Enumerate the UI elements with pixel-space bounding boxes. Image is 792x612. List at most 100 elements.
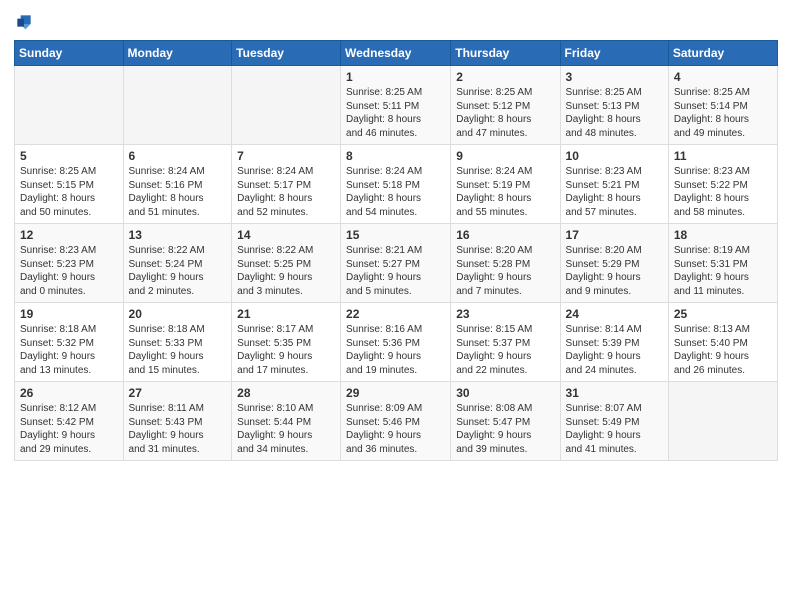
day-number: 29: [346, 386, 445, 400]
calendar-table: SundayMondayTuesdayWednesdayThursdayFrid…: [14, 40, 778, 461]
day-number: 28: [237, 386, 335, 400]
weekday-header-thursday: Thursday: [451, 41, 560, 66]
day-number: 13: [129, 228, 227, 242]
cell-content: Sunrise: 8:21 AM Sunset: 5:27 PM Dayligh…: [346, 244, 445, 298]
calendar-cell: 25 Sunrise: 8:13 AM Sunset: 5:40 PM Dayli…: [668, 303, 777, 382]
cell-content: Sunrise: 8:24 AM Sunset: 5:19 PM Dayligh…: [456, 165, 554, 219]
day-number: 26: [20, 386, 118, 400]
calendar-cell: 23 Sunrise: 8:15 AM Sunset: 5:37 PM Dayli…: [451, 303, 560, 382]
calendar-cell: 31 Sunrise: 8:07 AM Sunset: 5:49 PM Dayli…: [560, 382, 668, 461]
calendar-cell: 8Sunrise: 8:24 AM Sunset: 5:18 PM Daylig…: [341, 145, 451, 224]
cell-content: Sunrise: 8:23 AM Sunset: 5:21 PM Dayligh…: [566, 165, 663, 219]
cell-content: Sunrise: 8:18 AM Sunset: 5:32 PM Dayligh…: [20, 323, 118, 377]
day-number: 10: [566, 149, 663, 163]
calendar-cell: 22 Sunrise: 8:16 AM Sunset: 5:36 PM Dayli…: [341, 303, 451, 382]
calendar-cell: 3 Sunrise: 8:25 AM Sunset: 5:13 PM Daylig…: [560, 66, 668, 145]
day-number: 12: [20, 228, 118, 242]
calendar-cell: 15 Sunrise: 8:21 AM Sunset: 5:27 PM Dayli…: [341, 224, 451, 303]
calendar-cell: 4Sunrise: 8:25 AM Sunset: 5:14 PM Daylig…: [668, 66, 777, 145]
day-number: 11: [674, 149, 772, 163]
day-number: 1: [346, 70, 445, 84]
cell-content: Sunrise: 8:18 AM Sunset: 5:33 PM Dayligh…: [129, 323, 227, 377]
calendar-cell: [123, 66, 232, 145]
logo: [14, 12, 38, 32]
cell-content: Sunrise: 8:09 AM Sunset: 5:46 PM Dayligh…: [346, 402, 445, 456]
weekday-header-tuesday: Tuesday: [232, 41, 341, 66]
calendar-cell: [668, 382, 777, 461]
calendar-cell: 29 Sunrise: 8:09 AM Sunset: 5:46 PM Dayli…: [341, 382, 451, 461]
day-number: 3: [566, 70, 663, 84]
weekday-header-friday: Friday: [560, 41, 668, 66]
cell-content: Sunrise: 8:25 AM Sunset: 5:11 PM Dayligh…: [346, 86, 445, 140]
weekday-header-row: SundayMondayTuesdayWednesdayThursdayFrid…: [15, 41, 778, 66]
calendar-week-2: 5Sunrise: 8:25 AM Sunset: 5:15 PM Daylig…: [15, 145, 778, 224]
weekday-header-saturday: Saturday: [668, 41, 777, 66]
weekday-header-sunday: Sunday: [15, 41, 124, 66]
cell-content: Sunrise: 8:22 AM Sunset: 5:24 PM Dayligh…: [129, 244, 227, 298]
day-number: 7: [237, 149, 335, 163]
cell-content: Sunrise: 8:07 AM Sunset: 5:49 PM Dayligh…: [566, 402, 663, 456]
cell-content: Sunrise: 8:24 AM Sunset: 5:17 PM Dayligh…: [237, 165, 335, 219]
day-number: 31: [566, 386, 663, 400]
cell-content: Sunrise: 8:13 AM Sunset: 5:40 PM Dayligh…: [674, 323, 772, 377]
day-number: 14: [237, 228, 335, 242]
calendar-cell: 14 Sunrise: 8:22 AM Sunset: 5:25 PM Dayli…: [232, 224, 341, 303]
cell-content: Sunrise: 8:11 AM Sunset: 5:43 PM Dayligh…: [129, 402, 227, 456]
day-number: 4: [674, 70, 772, 84]
day-number: 6: [129, 149, 227, 163]
day-number: 16: [456, 228, 554, 242]
cell-content: Sunrise: 8:16 AM Sunset: 5:36 PM Dayligh…: [346, 323, 445, 377]
cell-content: Sunrise: 8:25 AM Sunset: 5:15 PM Dayligh…: [20, 165, 118, 219]
day-number: 27: [129, 386, 227, 400]
calendar-cell: 2Sunrise: 8:25 AM Sunset: 5:12 PM Daylig…: [451, 66, 560, 145]
calendar-cell: 16 Sunrise: 8:20 AM Sunset: 5:28 PM Dayli…: [451, 224, 560, 303]
page-header: [14, 12, 778, 32]
cell-content: Sunrise: 8:15 AM Sunset: 5:37 PM Dayligh…: [456, 323, 554, 377]
weekday-header-monday: Monday: [123, 41, 232, 66]
cell-content: Sunrise: 8:08 AM Sunset: 5:47 PM Dayligh…: [456, 402, 554, 456]
calendar-cell: 21 Sunrise: 8:17 AM Sunset: 5:35 PM Dayli…: [232, 303, 341, 382]
cell-content: Sunrise: 8:23 AM Sunset: 5:23 PM Dayligh…: [20, 244, 118, 298]
calendar-cell: [232, 66, 341, 145]
cell-content: Sunrise: 8:14 AM Sunset: 5:39 PM Dayligh…: [566, 323, 663, 377]
calendar-week-1: 1 Sunrise: 8:25 AM Sunset: 5:11 PM Daylig…: [15, 66, 778, 145]
cell-content: Sunrise: 8:22 AM Sunset: 5:25 PM Dayligh…: [237, 244, 335, 298]
calendar-cell: 17Sunrise: 8:20 AM Sunset: 5:29 PM Dayli…: [560, 224, 668, 303]
calendar-cell: 19 Sunrise: 8:18 AM Sunset: 5:32 PM Dayli…: [15, 303, 124, 382]
calendar-cell: 11Sunrise: 8:23 AM Sunset: 5:22 PM Dayli…: [668, 145, 777, 224]
day-number: 9: [456, 149, 554, 163]
calendar-cell: [15, 66, 124, 145]
calendar-cell: 12 Sunrise: 8:23 AM Sunset: 5:23 PM Dayli…: [15, 224, 124, 303]
day-number: 20: [129, 307, 227, 321]
calendar-week-3: 12 Sunrise: 8:23 AM Sunset: 5:23 PM Dayli…: [15, 224, 778, 303]
calendar-cell: 30Sunrise: 8:08 AM Sunset: 5:47 PM Dayli…: [451, 382, 560, 461]
calendar-cell: 26Sunrise: 8:12 AM Sunset: 5:42 PM Dayli…: [15, 382, 124, 461]
cell-content: Sunrise: 8:19 AM Sunset: 5:31 PM Dayligh…: [674, 244, 772, 298]
day-number: 24: [566, 307, 663, 321]
calendar-cell: 5Sunrise: 8:25 AM Sunset: 5:15 PM Daylig…: [15, 145, 124, 224]
calendar-cell: 6 Sunrise: 8:24 AM Sunset: 5:16 PM Daylig…: [123, 145, 232, 224]
day-number: 23: [456, 307, 554, 321]
calendar-cell: 9 Sunrise: 8:24 AM Sunset: 5:19 PM Daylig…: [451, 145, 560, 224]
day-number: 15: [346, 228, 445, 242]
calendar-cell: 1 Sunrise: 8:25 AM Sunset: 5:11 PM Daylig…: [341, 66, 451, 145]
calendar-cell: 20 Sunrise: 8:18 AM Sunset: 5:33 PM Dayli…: [123, 303, 232, 382]
calendar-cell: 18Sunrise: 8:19 AM Sunset: 5:31 PM Dayli…: [668, 224, 777, 303]
weekday-header-wednesday: Wednesday: [341, 41, 451, 66]
day-number: 8: [346, 149, 445, 163]
day-number: 22: [346, 307, 445, 321]
logo-icon: [14, 12, 34, 32]
calendar-cell: 13 Sunrise: 8:22 AM Sunset: 5:24 PM Dayli…: [123, 224, 232, 303]
cell-content: Sunrise: 8:24 AM Sunset: 5:16 PM Dayligh…: [129, 165, 227, 219]
cell-content: Sunrise: 8:17 AM Sunset: 5:35 PM Dayligh…: [237, 323, 335, 377]
cell-content: Sunrise: 8:20 AM Sunset: 5:29 PM Dayligh…: [566, 244, 663, 298]
day-number: 21: [237, 307, 335, 321]
day-number: 25: [674, 307, 772, 321]
calendar-week-4: 19 Sunrise: 8:18 AM Sunset: 5:32 PM Dayli…: [15, 303, 778, 382]
day-number: 19: [20, 307, 118, 321]
calendar-cell: 10 Sunrise: 8:23 AM Sunset: 5:21 PM Dayli…: [560, 145, 668, 224]
calendar-week-5: 26Sunrise: 8:12 AM Sunset: 5:42 PM Dayli…: [15, 382, 778, 461]
day-number: 2: [456, 70, 554, 84]
cell-content: Sunrise: 8:20 AM Sunset: 5:28 PM Dayligh…: [456, 244, 554, 298]
cell-content: Sunrise: 8:25 AM Sunset: 5:13 PM Dayligh…: [566, 86, 663, 140]
